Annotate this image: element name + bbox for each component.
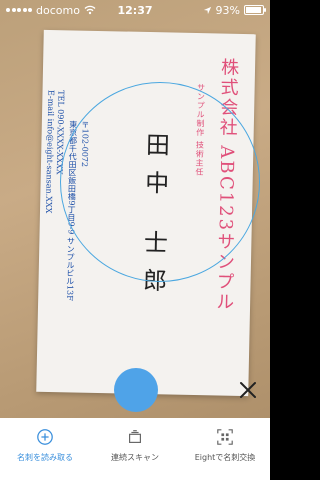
- tab-read-card[interactable]: 名刺を読み取る: [0, 418, 90, 480]
- battery-percent: 93%: [215, 3, 240, 17]
- camera-preview: docomo 12:37 93% 株式会社 ABC123サンプル サンプル制作 …: [0, 0, 270, 480]
- wifi-icon: [84, 5, 96, 15]
- status-right: 93%: [203, 3, 266, 17]
- close-icon[interactable]: [236, 378, 260, 402]
- location-arrow-icon: [203, 6, 211, 14]
- qr-scan-icon: [217, 429, 233, 445]
- tab-eight-exchange[interactable]: Eightで名刺交換: [180, 418, 270, 480]
- tab-label: Eightで名刺交換: [194, 453, 256, 462]
- status-left: docomo: [6, 4, 203, 17]
- plus-circle-icon: [37, 429, 53, 445]
- tab-continuous-scan[interactable]: 連続スキャン: [90, 418, 180, 480]
- status-bar: docomo 12:37 93%: [0, 0, 270, 20]
- signal-icon: [6, 8, 32, 12]
- shutter-button[interactable]: [114, 368, 158, 412]
- tab-label: 連続スキャン: [111, 453, 159, 462]
- battery-fill: [246, 7, 261, 13]
- tab-label: 名刺を読み取る: [17, 453, 73, 462]
- battery-icon: [244, 5, 266, 15]
- carrier-label: docomo: [36, 3, 80, 17]
- card-email: E-mail info@eight-sansan.XXX: [43, 89, 56, 214]
- scan-focus-circle: [60, 82, 260, 282]
- bottom-tab-bar: 名刺を読み取る 連続スキャン Eightで名刺交換: [0, 418, 270, 480]
- stacked-cards-icon: [129, 430, 141, 443]
